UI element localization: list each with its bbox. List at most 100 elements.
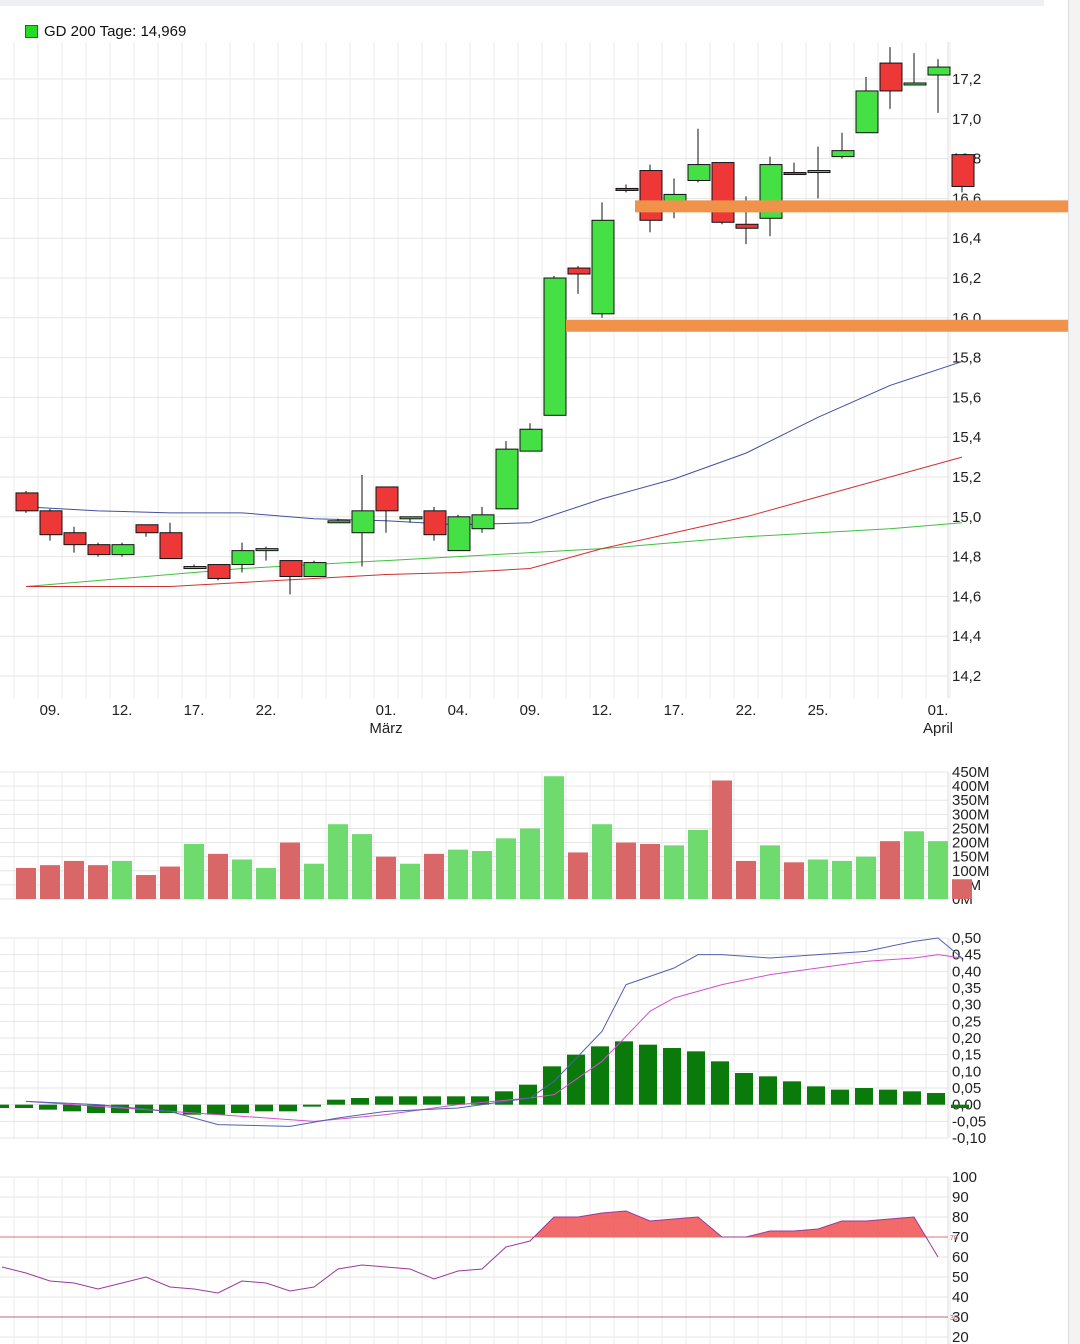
candle-up xyxy=(903,82,927,86)
volume-bar xyxy=(520,828,540,899)
candle-down xyxy=(639,170,663,221)
volume-bar xyxy=(808,859,828,899)
candle-up xyxy=(183,566,207,570)
macd-histogram-bar xyxy=(927,1093,945,1105)
volume-bar xyxy=(280,842,300,899)
volume-bar xyxy=(568,852,588,899)
macd-histogram-bar xyxy=(639,1044,657,1105)
macd-histogram-bar xyxy=(711,1061,729,1105)
candle-down xyxy=(951,154,975,187)
rsi-overbought-fill xyxy=(746,1217,926,1237)
volume-bar xyxy=(592,824,612,899)
macd-histogram-bar xyxy=(399,1096,417,1105)
macd-histogram-bar xyxy=(759,1076,777,1105)
volume-bar xyxy=(616,842,636,899)
macd-histogram-bar xyxy=(831,1089,849,1105)
macd-histogram-bar xyxy=(687,1051,705,1105)
macd-histogram-bar xyxy=(351,1098,369,1105)
y-tick-label: 50 xyxy=(952,1269,969,1286)
macd-histogram-bar xyxy=(855,1088,873,1105)
macd-histogram-bar xyxy=(279,1104,297,1112)
macd-histogram-bar xyxy=(375,1096,393,1105)
y-tick-label: 0,50 xyxy=(952,930,981,947)
candle-down xyxy=(135,524,159,534)
y-tick-label: 0,45 xyxy=(952,947,981,964)
candle-up xyxy=(855,90,879,134)
volume-bar xyxy=(664,845,684,899)
y-tick-label: 0,10 xyxy=(952,1063,981,1080)
macd-histogram-bar xyxy=(447,1096,465,1105)
rsi-level-label: 70 xyxy=(950,1235,958,1242)
candle-up xyxy=(447,516,471,552)
volume-bar xyxy=(640,843,660,899)
candle-down xyxy=(711,162,735,223)
candle-down xyxy=(279,560,303,578)
macd-histogram-bar xyxy=(15,1104,33,1108)
y-tick-label: 0,25 xyxy=(952,1013,981,1030)
y-tick-label: 0,05 xyxy=(952,1080,981,1097)
y-tick-label: 15,2 xyxy=(952,469,981,486)
volume-bar xyxy=(904,831,924,899)
x-tick-label: 09. xyxy=(40,702,61,719)
macd-histogram-bar xyxy=(231,1104,249,1113)
volume-bar xyxy=(136,875,156,899)
y-tick-label: 15,6 xyxy=(952,389,981,406)
x-tick-label: 25. xyxy=(808,702,829,719)
candle-down xyxy=(375,486,399,512)
macd-histogram-bar xyxy=(255,1104,273,1112)
y-tick-label: 60 xyxy=(952,1249,969,1266)
x-tick-label: 22. xyxy=(736,702,757,719)
y-tick-label: 0,20 xyxy=(952,1030,981,1047)
chart-area: 17,217,016,816,616,416,216,015,815,615,4… xyxy=(0,42,1068,1344)
support-level-band xyxy=(566,319,1068,332)
macd-histogram-bar xyxy=(663,1048,681,1105)
price-panel: 17,217,016,816,616,416,216,015,815,615,4… xyxy=(0,42,1068,737)
volume-bar xyxy=(760,845,780,899)
candle-up xyxy=(807,170,831,174)
y-tick-label: 0,35 xyxy=(952,980,981,997)
volume-bar xyxy=(376,856,396,899)
x-tick-label: 12. xyxy=(592,702,613,719)
volume-bar xyxy=(832,860,852,899)
volume-bar xyxy=(160,866,180,899)
macd-histogram-bar xyxy=(879,1089,897,1105)
x-tick-label: 12. xyxy=(112,702,133,719)
x-tick-month-label: April xyxy=(923,720,953,737)
volume-bar xyxy=(232,859,252,899)
macd-histogram-bar xyxy=(543,1066,561,1105)
y-tick-label: 15,4 xyxy=(952,429,981,446)
volume-bar xyxy=(712,780,732,899)
y-tick-label: 40 xyxy=(952,1289,969,1306)
y-tick-label: 15,8 xyxy=(952,350,981,367)
volume-panel: 450M400M350M300M250M200M150M100M50M0M xyxy=(0,764,990,908)
volume-bar xyxy=(880,841,900,899)
volume-bar xyxy=(112,860,132,899)
macd-panel: 0,500,450,400,350,300,250,200,150,100,05… xyxy=(0,930,986,1147)
x-tick-label: 01. xyxy=(376,702,397,719)
macd-histogram-bar xyxy=(951,1104,969,1108)
y-tick-label: 16,2 xyxy=(952,270,981,287)
window-edge xyxy=(1068,0,1080,1344)
volume-bar xyxy=(64,860,84,899)
y-tick-label: 17,0 xyxy=(952,111,981,128)
candle-down xyxy=(159,532,183,560)
volume-bar xyxy=(184,843,204,899)
y-tick-label: 14,4 xyxy=(952,628,981,645)
candle-up xyxy=(399,516,423,520)
candle-up xyxy=(927,66,951,76)
volume-bar xyxy=(16,867,36,899)
volume-bar xyxy=(352,834,372,899)
x-tick-label: 01. xyxy=(928,702,949,719)
candle-down xyxy=(423,510,447,536)
x-tick-label: 17. xyxy=(664,702,685,719)
macd-histogram-bar xyxy=(807,1086,825,1105)
candle-down xyxy=(39,510,63,536)
rsi-level-label: 30 xyxy=(950,1315,958,1322)
macd-histogram-bar xyxy=(903,1091,921,1105)
volume-bar xyxy=(952,879,972,899)
y-tick-label: 14,8 xyxy=(952,549,981,566)
x-tick-label: 09. xyxy=(520,702,541,719)
candle-up xyxy=(591,219,615,315)
volume-bar xyxy=(256,867,276,899)
x-tick-label: 04. xyxy=(448,702,469,719)
